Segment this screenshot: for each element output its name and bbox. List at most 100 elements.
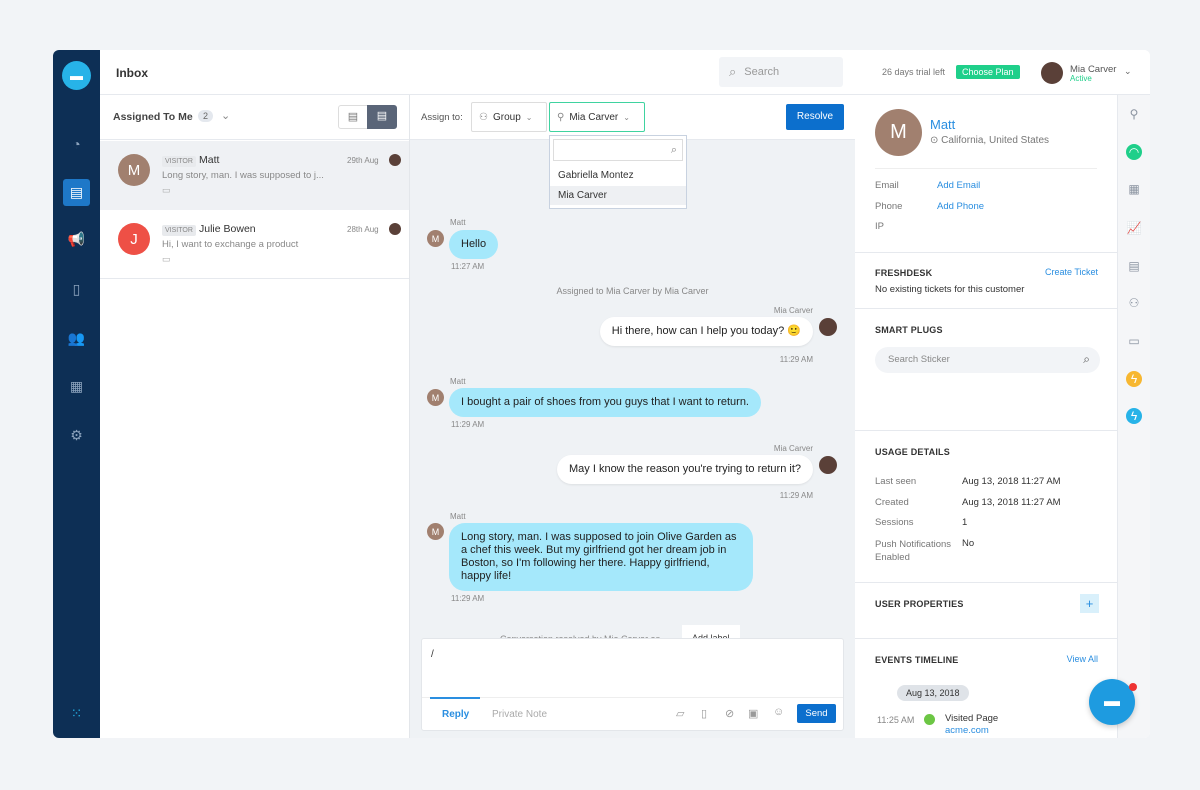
chevron-down-icon: ⌄ xyxy=(623,112,630,122)
bolt-blue-icon[interactable]: ϟ xyxy=(1126,408,1142,424)
agent-select[interactable]: ⚲ Mia Carver ⌄ xyxy=(549,102,645,132)
sender-name: Matt xyxy=(450,218,466,227)
inbox-icon[interactable]: ▤ xyxy=(63,179,90,206)
create-ticket-link[interactable]: Create Ticket xyxy=(1045,267,1098,277)
chevron-down-icon: ⌄ xyxy=(525,112,533,122)
contact-panel: M Matt ⊙ California, United States Email… xyxy=(855,95,1118,738)
agent-icon[interactable]: ⚲ xyxy=(1126,106,1142,122)
reply-input[interactable]: / xyxy=(431,649,434,660)
notification-dot xyxy=(1129,683,1137,691)
dropdown-option[interactable]: Gabriella Montez xyxy=(550,166,686,185)
channel-icon: ▭ xyxy=(162,185,171,195)
org-icon[interactable]: ⚇ xyxy=(1126,295,1142,311)
message-time: 11:29 AM xyxy=(451,420,485,429)
composer: / Reply Private Note ▱ ▯ ⊘ ▣ ☺ Send xyxy=(421,638,844,731)
settings-icon[interactable]: ⚙ xyxy=(63,422,90,449)
bolt-icon[interactable]: ϟ xyxy=(1126,371,1142,387)
phone-label: Phone xyxy=(875,201,903,212)
message-time: 11:27 AM xyxy=(451,262,485,271)
filter-chevron-icon[interactable]: ⌄ xyxy=(221,109,230,122)
chat-panel: Assign to: ⚇ Group ⌄ ⚲ Mia Carver ⌄ Resolve … xyxy=(410,95,855,738)
dropdown-option[interactable]: Mia Carver xyxy=(550,186,686,205)
add-property-button[interactable]: + xyxy=(1080,594,1099,613)
freshdesk-section: FRESHDESK Create Ticket No existing tick… xyxy=(855,252,1117,308)
user-properties-section: USER PROPERTIES + xyxy=(855,582,1117,638)
attachment-icon[interactable]: ⊘ xyxy=(725,707,734,720)
qr-icon[interactable]: ▦ xyxy=(1126,181,1142,197)
message-bubble: Hi there, how can I help you today? 🙂 xyxy=(599,317,813,346)
location: ⊙ California, United States xyxy=(930,135,1050,146)
sender-name: Matt xyxy=(450,512,466,521)
usage-label: Push Notifications Enabled xyxy=(875,539,952,563)
agent-avatar xyxy=(819,456,837,474)
integrations-bar: ⚲ ◠ ▦ 📈 ▤ ⚇ ▭ ϟ ϟ xyxy=(1118,95,1150,738)
choose-plan-button[interactable]: Choose Plan xyxy=(956,65,1020,79)
agent-avatar xyxy=(819,318,837,336)
contacts-icon[interactable]: 👥 xyxy=(63,325,90,352)
avatar: M xyxy=(427,230,444,247)
resolve-button[interactable]: Resolve xyxy=(786,104,844,130)
contact-name: Matt xyxy=(199,154,220,166)
open-view-icon[interactable]: ▤ xyxy=(338,105,368,129)
notes-icon[interactable]: ▯ xyxy=(63,276,90,303)
view-all-link[interactable]: View All xyxy=(1067,654,1098,664)
email-label: Email xyxy=(875,180,899,191)
message-bubble: I bought a pair of shoes from you guys t… xyxy=(449,388,761,417)
add-phone-link[interactable]: Add Phone xyxy=(937,201,984,212)
article-icon[interactable]: ▯ xyxy=(701,707,707,720)
agent-avatar xyxy=(389,154,401,166)
user-menu-chevron-icon[interactable]: ⌄ xyxy=(1124,66,1132,77)
conversation-item[interactable]: M VISITOR Matt 29th Aug Long story, man.… xyxy=(100,141,409,210)
event-date: Aug 13, 2018 xyxy=(897,685,969,701)
preview: Long story, man. I was supposed to j... xyxy=(162,170,324,181)
avatar: M xyxy=(427,523,444,540)
apps-grid-icon[interactable]: ⁙ xyxy=(63,700,90,727)
filter-label[interactable]: Assigned To Me xyxy=(113,111,193,123)
sticker-search-input[interactable]: Search Sticker ⌕ xyxy=(875,347,1100,373)
campaigns-icon[interactable]: 📢 xyxy=(63,226,90,253)
dashboard-icon[interactable]: ◔ xyxy=(63,130,90,157)
date: 28th Aug xyxy=(347,225,379,234)
tab-reply[interactable]: Reply xyxy=(442,709,469,720)
contact-name: Julie Bowen xyxy=(199,223,256,235)
usage-value: 1 xyxy=(962,517,968,528)
search-input[interactable]: ⌕ Search xyxy=(719,57,843,87)
location-pin-icon: ⊙ xyxy=(930,135,942,146)
event-url-link[interactable]: acme.com xyxy=(945,725,989,736)
reports-icon[interactable]: ▦ xyxy=(63,373,90,400)
event-time: 11:25 AM xyxy=(877,715,915,725)
usage-section: USAGE DETAILS Last seen Aug 13, 2018 11:… xyxy=(855,430,1117,582)
visitor-badge: VISITOR xyxy=(162,156,196,167)
inbox-view-icon[interactable]: ▤ xyxy=(367,105,397,129)
group-icon: ⚇ xyxy=(479,111,488,123)
search-icon: ⌕ xyxy=(670,144,677,156)
tab-private-note[interactable]: Private Note xyxy=(492,709,547,720)
message-bubble: Long story, man. I was supposed to join … xyxy=(449,523,753,591)
canned-response-icon[interactable]: ▱ xyxy=(676,707,684,720)
conversation-item[interactable]: J VISITOR Julie Bowen 28th Aug Hi, I wan… xyxy=(100,210,409,279)
image-icon[interactable]: ▣ xyxy=(748,707,758,720)
send-button[interactable]: Send xyxy=(797,704,836,723)
visitor-badge: VISITOR xyxy=(162,225,196,236)
device-icon[interactable]: ▭ xyxy=(1126,333,1142,349)
message-time: 11:29 AM xyxy=(451,594,485,603)
user-avatar[interactable] xyxy=(1041,62,1063,84)
contact-name[interactable]: Matt xyxy=(930,117,955,132)
dropdown-search-input[interactable]: ⌕ xyxy=(553,139,683,161)
chart-icon[interactable]: 📈 xyxy=(1126,220,1142,236)
system-message: Assigned to Mia Carver by Mia Carver xyxy=(556,286,709,296)
message-time: 11:29 AM xyxy=(779,355,813,364)
emoji-icon[interactable]: ☺ xyxy=(773,706,784,718)
avatar: M xyxy=(427,389,444,406)
contact-card-icon[interactable]: ▤ xyxy=(1126,258,1142,274)
avatar: J xyxy=(118,223,150,255)
event-name: Visited Page xyxy=(945,713,999,724)
add-email-link[interactable]: Add Email xyxy=(937,180,980,191)
sender-name: Mia Carver xyxy=(773,444,813,453)
usage-label: Last seen xyxy=(875,476,917,487)
agent-avatar xyxy=(389,223,401,235)
group-select[interactable]: ⚇ Group ⌄ xyxy=(471,102,547,132)
smart-plugs-section: SMART PLUGS Search Sticker ⌕ xyxy=(855,308,1117,430)
section-title: USER PROPERTIES xyxy=(875,599,964,609)
headset-icon[interactable]: ◠ xyxy=(1126,144,1142,160)
